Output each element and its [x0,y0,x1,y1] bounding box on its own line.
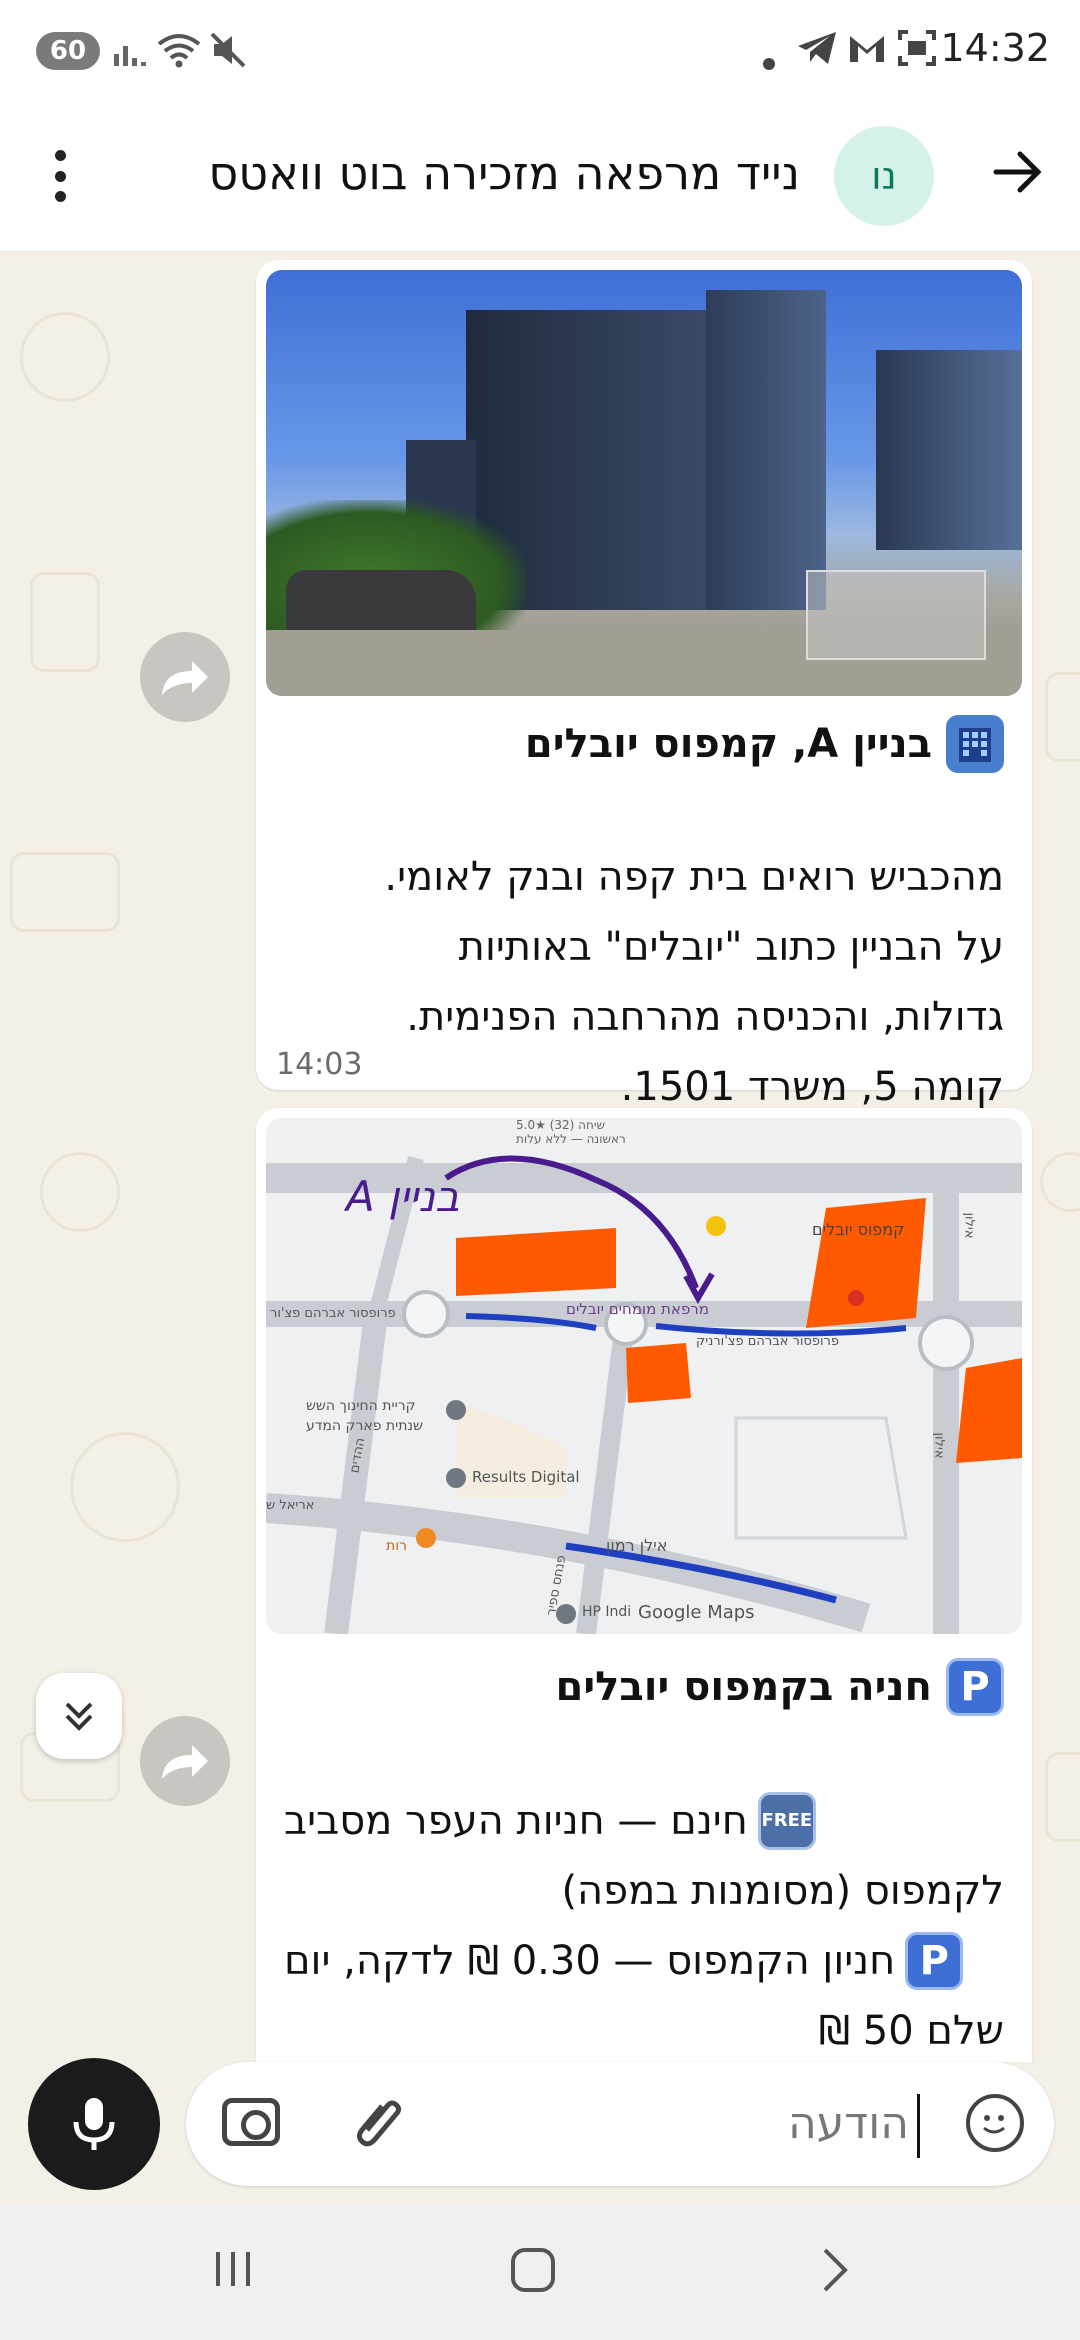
photo-building [706,290,826,610]
wallpaper-doodle [1045,1752,1080,1842]
battery-indicator: 60 [36,32,100,70]
scroll-to-bottom-button[interactable] [36,1673,122,1759]
map-label: קריית החינוך השש [306,1398,416,1414]
map-label: קמפוס יובלים [812,1220,905,1239]
wallpaper-doodle [1040,1152,1080,1212]
more-options-icon[interactable] [38,144,82,208]
message-line: P חניון הקמפוס — 0.30 ₪ לדקה, יום [284,1926,1004,1996]
dot-icon [762,40,776,80]
back-nav-icon[interactable] [810,2246,860,2298]
forward-button[interactable] [140,632,230,722]
message-line: מהכביש רואים בית קפה ובנק לאומי. [384,854,1004,900]
wallpaper-doodle [70,1432,180,1542]
parking-icon: P [905,1932,964,1990]
map-label: HP Indi [582,1604,632,1620]
map-label: רות [386,1538,407,1554]
message-input-container[interactable]: הודעה [186,2062,1054,2186]
message-bubble[interactable]: קמפוס יובלים מרפאת מומחים יובלים פרופסור… [256,1108,1032,2062]
photo-fence [806,570,986,660]
forward-button[interactable] [140,1716,230,1806]
message-line: לקמפוס (מסומנות במפה) [561,1868,1004,1914]
wallpaper-doodle [30,572,100,672]
camera-icon[interactable] [222,2098,280,2146]
gmail-icon [846,28,888,77]
map-label: שנתית פארק המדע [306,1418,423,1434]
map-annotation: בניין A [346,1172,460,1221]
screenshot-icon [896,28,938,77]
attachment-icon[interactable] [337,2089,411,2167]
office-building-icon [946,715,1004,773]
status-bar: 60 14:32 [0,0,1080,100]
back-arrow-icon[interactable] [986,144,1050,208]
wallpaper-doodle [10,852,120,932]
map-label: אריאל ש [266,1498,315,1513]
parking-icon: P [946,1658,1004,1716]
message-line: שלם 50 ₪ [818,2008,1004,2054]
google-maps-logo: Google Maps [638,1602,755,1623]
message-bubble[interactable]: בניין A, קמפוס יובלים מהכביש רואים בית ק… [256,260,1032,1110]
double-chevron-down-icon [65,1702,93,1731]
map-label: ראשונה — ללא עלות [516,1132,626,1146]
chat-title[interactable]: נייד מרפאה מזכירה בוט וואטס [208,146,800,200]
map-image[interactable]: קמפוס יובלים מרפאת מומחים יובלים פרופסור… [266,1118,1022,1634]
message-input[interactable]: הודעה [788,2094,920,2158]
message-title: בניין A, קמפוס יובלים [525,715,1004,773]
wallpaper-doodle [20,312,110,402]
map-label: אילון [961,1212,977,1239]
message-timestamp: 14:03 [276,1047,363,1082]
message-line: גדולות, והכניסה מהרחבה הפנימית. [406,994,1004,1040]
message-line: FREE חינם — חניות העפר מסביב [284,1786,1004,1856]
wifi-icon [156,30,202,70]
chat-area[interactable]: בניין A, קמפוס יובלים מהכביש רואים בית ק… [0,252,1080,2062]
recent-apps-icon[interactable] [208,2246,258,2298]
photo-building [876,350,1022,550]
map-label: אילן רמון [606,1536,668,1555]
avatar[interactable]: נו [834,126,934,226]
clock: 14:32 [940,26,1050,70]
map-label: מרפאת מומחים יובלים [566,1300,709,1318]
message-title: P חניה בקמפוס יובלים [556,1658,1004,1716]
wallpaper-doodle [40,1152,120,1232]
mute-icon [208,30,248,70]
chat-header: נו נייד מרפאה מזכירה בוט וואטס [0,100,1080,252]
message-line: על הבניין כתוב "יובלים" באותיות [458,924,1004,970]
sticker-icon[interactable] [966,2094,1024,2152]
signal-icon [112,30,152,70]
wallpaper-doodle [1045,672,1080,762]
telegram-icon [796,28,838,77]
message-body: מהכביש רואים בית קפה ובנק לאומי. על הבני… [284,842,1004,1122]
voice-message-button[interactable] [28,2058,160,2190]
message-title-text: בניין A, קמפוס יובלים [524,721,932,767]
map-label: שיחה (32) ★5.0 [516,1118,606,1132]
map-label: פרופסור אברהם פצ'ורניק [696,1334,839,1349]
building-photo[interactable] [266,270,1022,696]
system-nav-bar [0,2204,1080,2340]
map-label: Results Digital [472,1468,580,1486]
free-icon: FREE [757,1792,816,1850]
home-icon[interactable] [508,2246,558,2298]
map-label: פרופסור אברהם פצ'ור [270,1306,396,1321]
microphone-icon [73,2098,115,2150]
map-label: אילון [931,1432,947,1459]
message-title-text: חניה בקמפוס יובלים [555,1664,932,1710]
message-body: FREE חינם — חניות העפר מסביב לקמפוס (מסו… [284,1786,1004,2062]
